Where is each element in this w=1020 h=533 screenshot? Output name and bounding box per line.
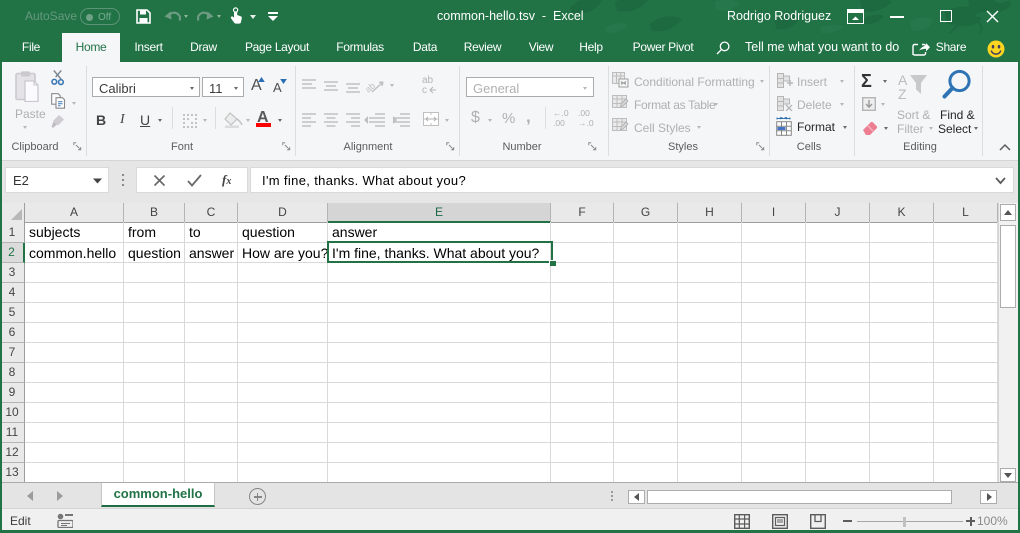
svg-text:Z: Z	[898, 86, 907, 102]
svg-text:c: c	[422, 85, 427, 94]
svg-text:ab: ab	[363, 81, 377, 94]
